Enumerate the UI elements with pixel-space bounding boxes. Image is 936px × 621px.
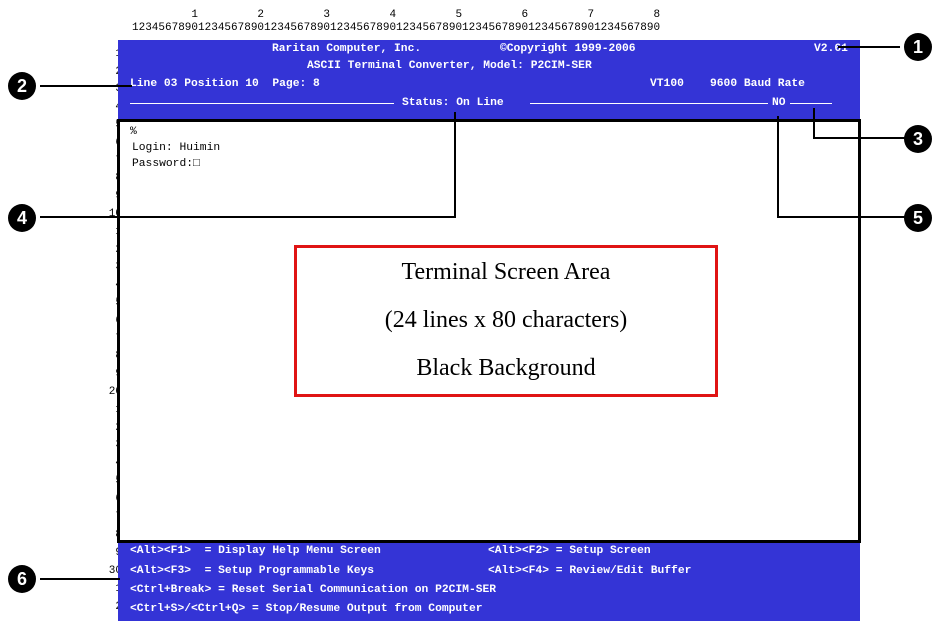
help-alt-f3: <Alt><F3> = Setup Programmable Keys	[130, 565, 375, 577]
callout-6: 6	[8, 565, 36, 593]
callout-4: 4	[8, 204, 36, 232]
status-panel: Raritan Computer, Inc. ©Copyright 1999-2…	[118, 40, 860, 119]
callout-3: 3	[904, 125, 932, 153]
cursor-position: Line 03 Position 10 Page: 8	[130, 78, 320, 90]
area-dimensions: (24 lines x 80 characters)	[384, 307, 628, 333]
login-line: Login: Huimin	[132, 142, 221, 154]
connection-status: Status: On Line	[402, 97, 504, 109]
help-panel: <Alt><F1> = Display Help Menu Screen <Al…	[118, 543, 860, 621]
help-ctrl-break: <Ctrl+Break> = Reset Serial Communicatio…	[130, 584, 497, 596]
terminal-line: %	[130, 126, 137, 138]
callout-2-leader	[40, 85, 132, 87]
password-prompt[interactable]: Password:□	[132, 158, 200, 171]
column-ruler-tens: 1 2 3 4 5 6 7 8	[132, 9, 661, 21]
callout-1-leader	[838, 46, 900, 48]
callout-3-leader	[813, 137, 909, 139]
company-name: Raritan Computer, Inc.	[272, 43, 422, 55]
terminal-area-label-box: Terminal Screen Area (24 lines x 80 char…	[294, 245, 718, 397]
help-alt-f4: <Alt><F4> = Review/Edit Buffer	[488, 565, 692, 577]
help-alt-f2: <Alt><F2> = Setup Screen	[488, 545, 651, 557]
callout-5: 5	[904, 204, 932, 232]
callout-3-leader	[813, 108, 815, 138]
callout-1: 1	[904, 33, 932, 61]
help-alt-f1: <Alt><F1> = Display Help Menu Screen	[130, 545, 381, 557]
help-ctrl-s-q: <Ctrl+S>/<Ctrl+Q> = Stop/Resume Output f…	[130, 603, 483, 615]
divider	[130, 103, 394, 104]
callout-5-leader	[777, 216, 909, 218]
column-ruler-units: 1234567890123456789012345678901234567890…	[132, 22, 661, 34]
copyright-text: ©Copyright 1999-2006	[500, 43, 636, 55]
area-title: Terminal Screen Area	[401, 259, 611, 285]
divider	[790, 103, 832, 104]
callout-6-leader	[40, 578, 120, 580]
callout-5-leader	[777, 116, 779, 218]
callout-4-leader	[40, 216, 456, 218]
status-flag: NO	[772, 97, 786, 109]
product-name: ASCII Terminal Converter, Model: P2CIM-S…	[307, 60, 592, 72]
version-label: V2.61	[814, 43, 848, 55]
area-background: Black Background	[416, 355, 596, 381]
callout-2: 2	[8, 72, 36, 100]
divider	[530, 103, 768, 104]
callout-4-leader	[454, 112, 456, 217]
baud-rate: 9600 Baud Rate	[710, 78, 805, 90]
terminal-type: VT100	[650, 78, 684, 90]
